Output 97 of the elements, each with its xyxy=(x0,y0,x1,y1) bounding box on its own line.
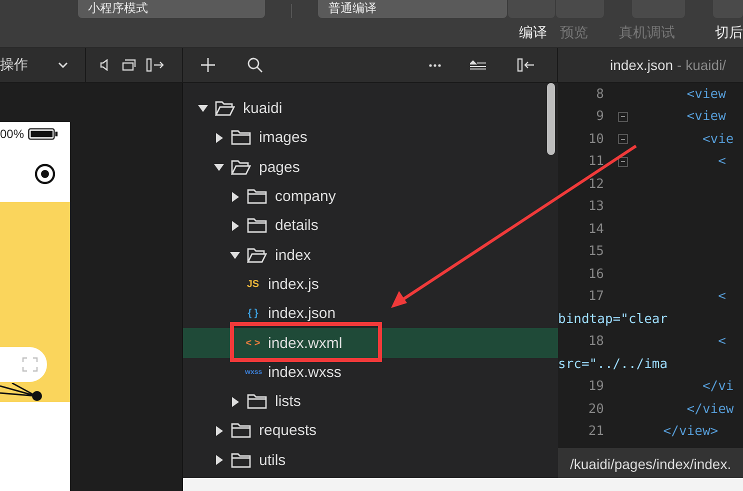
panel-arrow-icon[interactable] xyxy=(146,58,164,72)
editor-tab-title[interactable]: index.json xyxy=(610,57,674,73)
line-number: 19 xyxy=(587,379,604,394)
folder-icon xyxy=(231,130,251,146)
line-number: 10 xyxy=(587,132,604,147)
folder-name: utils xyxy=(259,452,286,469)
battery-icon xyxy=(28,128,58,140)
panel-arrow-icon[interactable] xyxy=(517,58,535,72)
file-path: /kuaidi/pages/index/index. xyxy=(570,456,732,472)
folder-item[interactable]: pages xyxy=(183,152,558,182)
line-number: 18 xyxy=(587,334,604,350)
caret-right-icon xyxy=(216,426,222,436)
folder-item[interactable]: details xyxy=(183,211,558,240)
folder-icon xyxy=(247,248,267,263)
caret-right-icon xyxy=(216,132,222,143)
folder-name: images xyxy=(259,129,308,146)
caret-down-icon xyxy=(230,252,240,259)
code-line: </view> xyxy=(662,424,718,440)
file-item[interactable]: < > index.wxml xyxy=(183,328,558,358)
folder-item[interactable]: images xyxy=(183,123,558,153)
code-line: <view xyxy=(686,109,726,124)
folder-item[interactable]: lists xyxy=(183,386,558,416)
lines-drawing xyxy=(0,383,45,402)
folder-item[interactable]: kuaidi xyxy=(183,94,558,124)
folder-icon xyxy=(231,452,251,468)
line-number: 16 xyxy=(587,266,604,282)
code-line: < xyxy=(717,289,726,304)
file-type-icon: JS xyxy=(245,278,261,290)
folder-item[interactable]: utils xyxy=(183,446,558,475)
file-name: index.wxss xyxy=(268,364,342,381)
code-line: < xyxy=(717,154,726,170)
search-field[interactable] xyxy=(0,347,47,382)
file-name: index.js xyxy=(268,276,319,293)
line-number: 20 xyxy=(587,402,604,417)
more-icon[interactable] xyxy=(429,64,441,66)
chevron-down-icon[interactable] xyxy=(58,62,68,68)
compile-dropdown[interactable]: 普通编译 xyxy=(318,0,507,18)
caret-right-icon xyxy=(232,192,238,202)
folder-name: lists xyxy=(275,393,301,410)
line-number: 11 xyxy=(587,154,604,170)
folder-name: company xyxy=(275,188,336,206)
toolbar-action[interactable]: 编译 xyxy=(519,24,547,42)
caret-down-icon xyxy=(214,164,224,171)
code-line: </vi xyxy=(701,379,734,394)
line-number: 17 xyxy=(587,289,604,304)
folder-name: details xyxy=(275,217,318,234)
editor-tab-path: - kuaidi/ xyxy=(677,57,726,73)
folder-name: requests xyxy=(259,422,317,440)
folder-item[interactable]: index xyxy=(183,240,558,270)
battery-percent: 00% xyxy=(0,127,24,141)
file-name: index.wxml xyxy=(268,334,342,352)
line-number: 13 xyxy=(587,199,604,214)
mode-dropdown[interactable]: 小程序模式 xyxy=(78,0,266,18)
folder-icon xyxy=(247,394,267,410)
line-number: 15 xyxy=(587,244,604,260)
toolbar-action[interactable]: 切后 xyxy=(715,24,743,42)
code-line: bindtap="clear xyxy=(558,312,668,327)
folder-icon xyxy=(231,160,251,175)
file-type-icon: < > xyxy=(245,338,261,349)
scrollbar-thumb[interactable] xyxy=(547,83,555,155)
code-line: <vie xyxy=(701,132,734,147)
folder-item[interactable]: company xyxy=(183,182,558,212)
line-number: 21 xyxy=(587,424,604,440)
line-number: 14 xyxy=(587,222,604,237)
record-icon[interactable] xyxy=(34,163,56,185)
line-number: 12 xyxy=(587,176,604,192)
fold-icon[interactable] xyxy=(618,156,628,167)
code-line: < xyxy=(717,334,726,350)
caret-right-icon xyxy=(216,455,222,466)
folder-name: pages xyxy=(259,158,300,176)
folder-name: index xyxy=(275,246,311,264)
plus-icon[interactable] xyxy=(201,58,215,72)
fold-icon[interactable] xyxy=(618,134,628,144)
file-item[interactable]: JS index.js xyxy=(183,270,558,300)
speaker-icon[interactable] xyxy=(100,59,108,71)
folder-name: kuaidi xyxy=(243,100,282,118)
file-item[interactable]: { } index.json xyxy=(183,299,558,328)
code-line: <view xyxy=(686,86,726,102)
search-icon[interactable] xyxy=(247,57,263,73)
file-name: index.json xyxy=(268,305,336,322)
operation-label: 操作 xyxy=(0,56,28,74)
windows-icon[interactable] xyxy=(122,59,136,71)
caret-right-icon xyxy=(232,396,238,407)
collapse-icon[interactable] xyxy=(470,60,486,70)
folder-icon xyxy=(247,218,267,234)
folder-item[interactable]: requests xyxy=(183,416,558,446)
folder-icon xyxy=(231,423,251,438)
folder-icon xyxy=(215,101,235,116)
line-number: 9 xyxy=(595,109,604,124)
fold-icon[interactable] xyxy=(618,112,628,122)
code-line: </view xyxy=(686,402,734,417)
code-line: src="../../ima xyxy=(558,356,668,372)
caret-right-icon xyxy=(232,220,238,231)
file-type-icon: { } xyxy=(245,308,261,320)
caret-down-icon xyxy=(198,105,208,112)
line-number: 8 xyxy=(595,86,604,102)
folder-icon xyxy=(247,189,267,204)
